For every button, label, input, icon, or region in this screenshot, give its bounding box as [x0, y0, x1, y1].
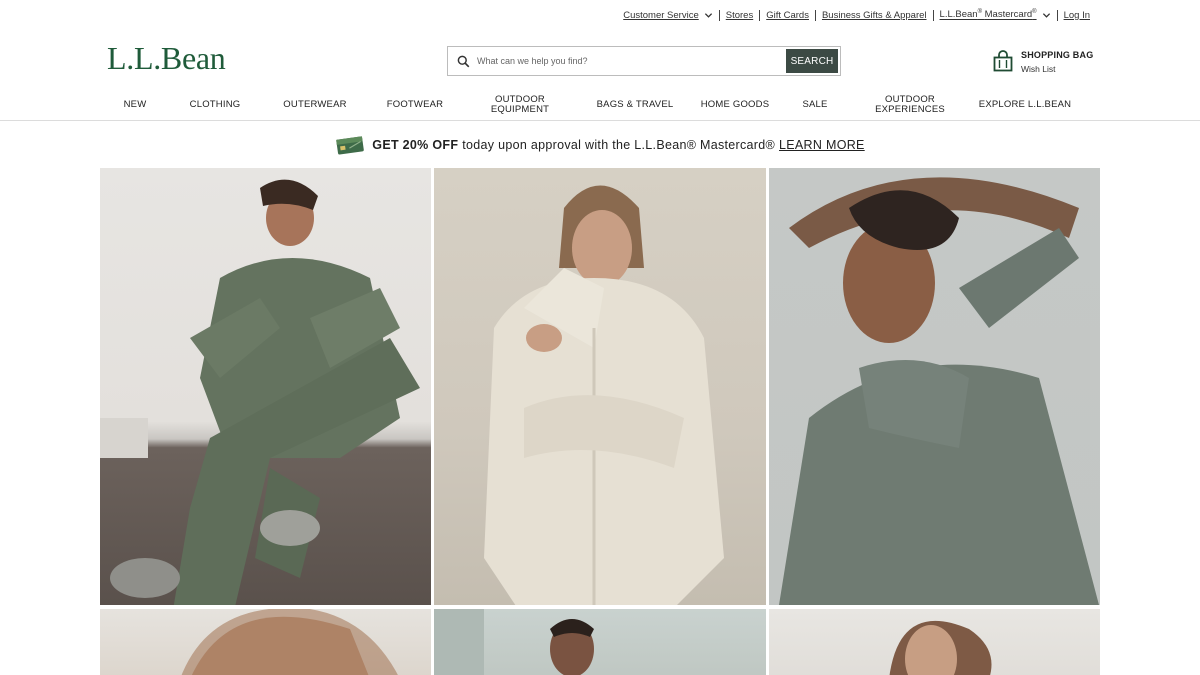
- utility-bar: Customer Service Stores Gift Cards Busin…: [623, 8, 1090, 22]
- customer-service-menu[interactable]: Customer Service: [623, 10, 713, 21]
- shopping-bag-label[interactable]: SHOPPING BAG: [1021, 50, 1093, 60]
- registered-mark: ®: [977, 9, 982, 16]
- search-bar: SEARCH: [447, 46, 841, 76]
- main-nav: NEW CLOTHING OUTERWEAR FOOTWEAR OUTDOOR …: [100, 93, 1100, 117]
- photo-woman-portrait[interactable]: [100, 609, 431, 675]
- photo-man-outdoor[interactable]: [434, 609, 766, 675]
- nav-item-clothing[interactable]: CLOTHING: [190, 100, 241, 110]
- mastercard-label: Mastercard: [984, 9, 1033, 21]
- nav-item-outdoor-experiences[interactable]: OUTDOOR EXPERIENCES: [875, 95, 945, 115]
- shopping-bag[interactable]: SHOPPING BAG Wish List: [992, 50, 1093, 74]
- nav-item-outerwear[interactable]: OUTERWEAR: [283, 100, 346, 110]
- credit-card-icon: [335, 135, 365, 155]
- nav-divider: [0, 120, 1200, 121]
- registered-mark: ®: [1032, 9, 1037, 16]
- nav-item-outdoor-equipment[interactable]: OUTDOOR EQUIPMENT: [491, 95, 549, 115]
- nav-item-explore-llbean[interactable]: EXPLORE L.L.BEAN: [979, 100, 1071, 110]
- chevron-down-icon[interactable]: [1042, 11, 1051, 20]
- llbean-logo[interactable]: L.L.Bean: [107, 40, 226, 77]
- shopping-bag-text: SHOPPING BAG Wish List: [1021, 50, 1093, 74]
- nav-item-label: EQUIPMENT: [490, 104, 550, 115]
- business-gifts-link[interactable]: Business Gifts & Apparel: [822, 10, 927, 21]
- shopping-bag-icon[interactable]: [992, 50, 1014, 72]
- photo-man-smiling-green-hoodie[interactable]: [769, 168, 1100, 605]
- search-button[interactable]: SEARCH: [786, 49, 838, 73]
- photo-woman-smiling[interactable]: [769, 609, 1100, 675]
- nav-item-bags-travel[interactable]: BAGS & TRAVEL: [597, 100, 674, 110]
- nav-item-footwear[interactable]: FOOTWEAR: [387, 100, 444, 110]
- divider: [814, 9, 816, 21]
- search-input[interactable]: [475, 56, 786, 66]
- divider: [759, 9, 761, 21]
- chevron-down-icon[interactable]: [704, 11, 713, 20]
- divider: [1056, 9, 1058, 21]
- mastercard-menu[interactable]: L.L.Bean® Mastercard®: [940, 9, 1051, 21]
- learn-more-link[interactable]: LEARN MORE: [779, 138, 865, 152]
- nav-item-sale[interactable]: SALE: [802, 100, 827, 110]
- photo-man-sitting-green-sweatsuit[interactable]: [100, 168, 431, 605]
- nav-item-label: EXPERIENCES: [875, 104, 945, 115]
- mastercard-brand: L.L.Bean: [939, 9, 978, 21]
- divider: [718, 9, 720, 21]
- divider: [932, 9, 934, 21]
- search-icon: [451, 47, 475, 75]
- mastercard-link[interactable]: L.L.Bean® Mastercard®: [940, 9, 1037, 20]
- promo-headline: GET 20% OFF: [372, 138, 459, 152]
- log-in-link[interactable]: Log In: [1064, 10, 1090, 21]
- wish-list-link[interactable]: Wish List: [1021, 64, 1093, 74]
- photo-woman-cream-puffer-jacket[interactable]: [434, 168, 766, 605]
- customer-service-link[interactable]: Customer Service: [623, 10, 699, 21]
- nav-item-new[interactable]: NEW: [124, 100, 147, 110]
- gift-cards-link[interactable]: Gift Cards: [766, 10, 809, 21]
- promo-text: today upon approval with the L.L.Bean® M…: [462, 138, 776, 152]
- nav-item-home-goods[interactable]: HOME GOODS: [701, 100, 770, 110]
- promo-banner: GET 20% OFF today upon approval with the…: [0, 132, 1200, 158]
- stores-link[interactable]: Stores: [726, 10, 753, 21]
